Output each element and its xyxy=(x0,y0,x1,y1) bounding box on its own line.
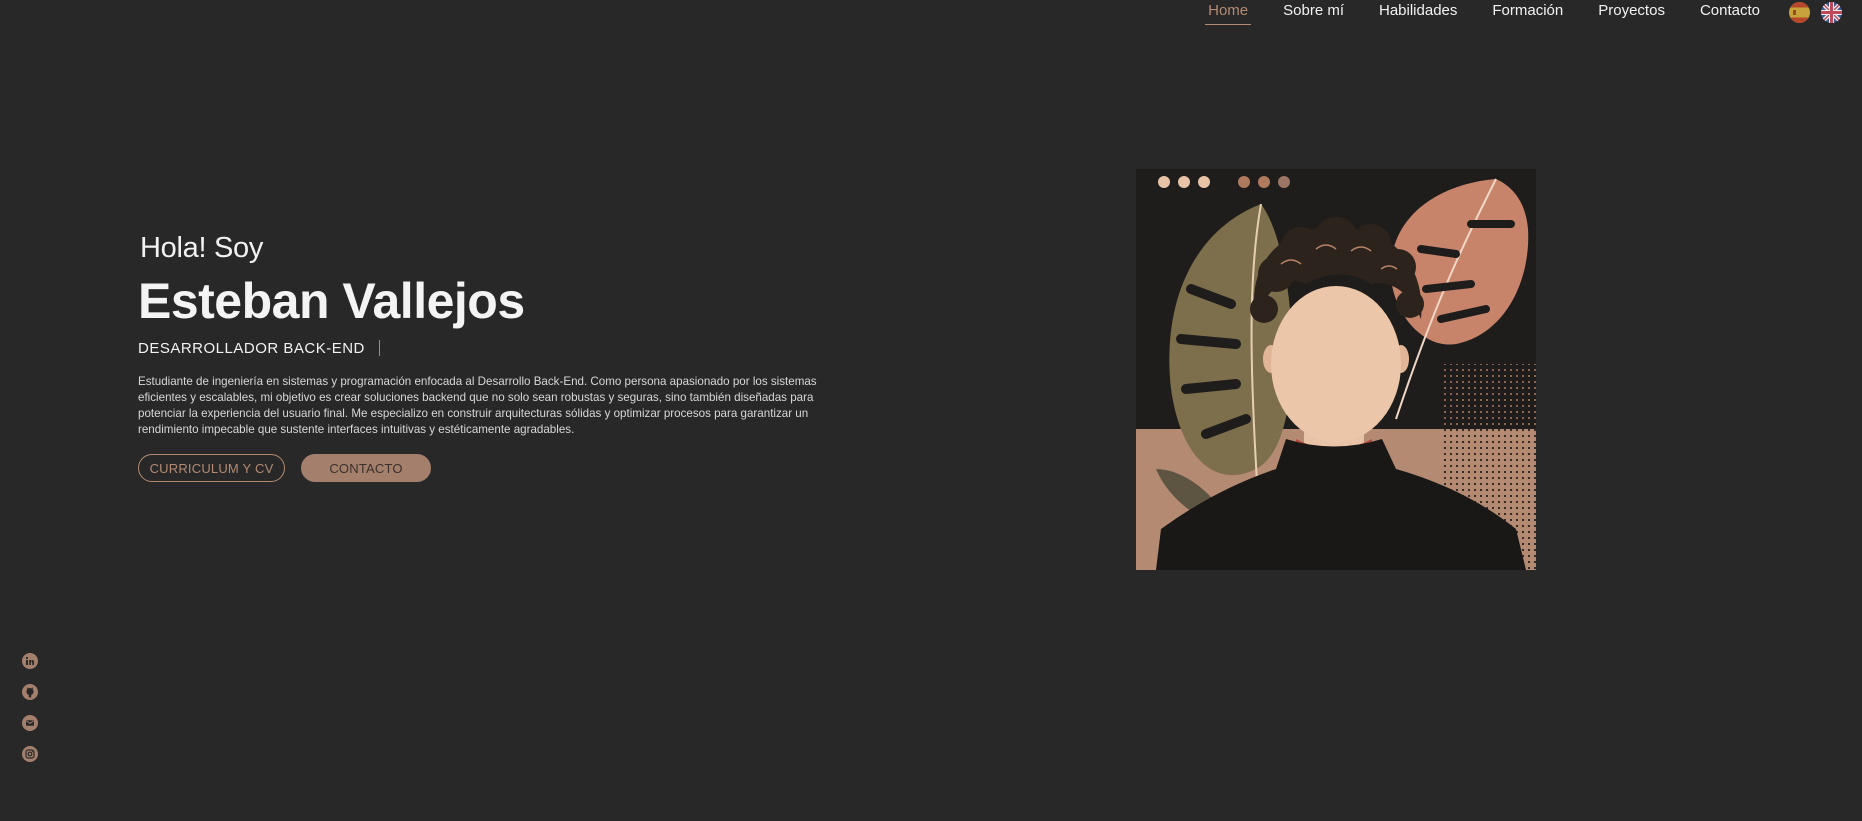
nav-sobre-mi[interactable]: Sobre mí xyxy=(1280,0,1347,24)
nav-formacion[interactable]: Formación xyxy=(1489,0,1566,24)
hero-role: DESARROLLADOR BACK-END xyxy=(138,340,365,357)
language-switcher xyxy=(1789,1,1842,23)
linkedin-icon[interactable] xyxy=(22,653,38,669)
hero-greeting: Hola! Soy xyxy=(140,232,264,264)
nav-contacto[interactable]: Contacto xyxy=(1697,0,1763,24)
cv-button[interactable]: CURRICULUM Y CV xyxy=(138,454,285,482)
github-icon[interactable] xyxy=(22,684,38,700)
nav-habilidades[interactable]: Habilidades xyxy=(1376,0,1460,24)
contact-button[interactable]: CONTACTO xyxy=(301,454,431,482)
profile-illustration xyxy=(1136,169,1536,570)
email-icon[interactable] xyxy=(22,715,38,731)
social-links xyxy=(22,653,38,777)
typing-caret xyxy=(379,340,380,356)
portfolio-page: Home Sobre mí Habilidades Formación Proy… xyxy=(0,0,1862,821)
top-nav: Home Sobre mí Habilidades Formación Proy… xyxy=(1205,0,1862,28)
instagram-icon[interactable] xyxy=(22,746,38,762)
hero-name: Esteban Vallejos xyxy=(138,273,525,329)
nav-proyectos[interactable]: Proyectos xyxy=(1595,0,1668,24)
hero-bio: Estudiante de ingeniería en sistemas y p… xyxy=(138,375,817,436)
nav-home[interactable]: Home xyxy=(1205,0,1252,25)
spanish-flag-icon[interactable] xyxy=(1789,1,1810,23)
uk-flag-icon[interactable] xyxy=(1821,1,1842,23)
